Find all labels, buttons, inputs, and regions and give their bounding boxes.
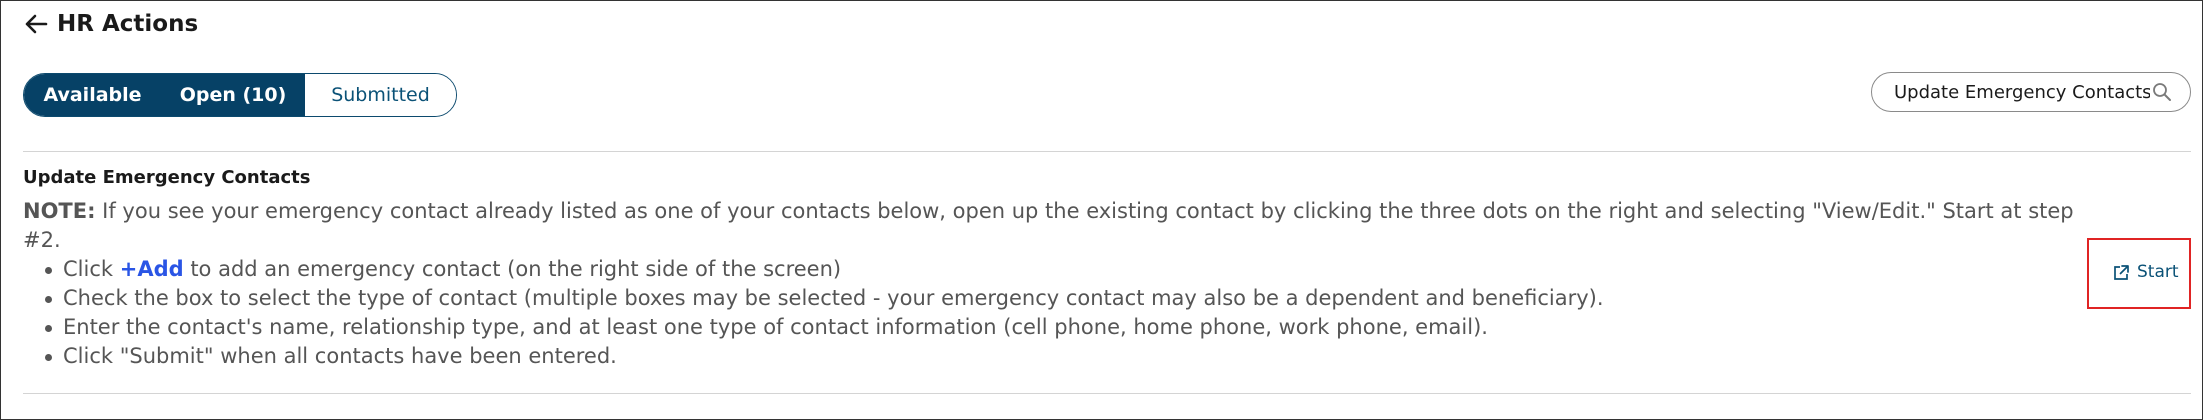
action-title: Update Emergency Contacts (23, 167, 311, 188)
action-instructions: NOTE: If you see your emergency contact … (23, 197, 2083, 371)
start-label: Start (2137, 262, 2179, 282)
search-input[interactable] (1894, 81, 2150, 103)
note-paragraph: NOTE: If you see your emergency contact … (23, 197, 2083, 255)
note-text: If you see your emergency contact alread… (23, 199, 2074, 252)
list-item: Check the box to select the type of cont… (23, 284, 2083, 313)
start-button[interactable]: Start (2113, 262, 2179, 282)
tab-open[interactable]: Open (10) (161, 74, 305, 116)
status-tabs: Available Open (10) Submitted (23, 73, 457, 117)
search-box (1871, 72, 2191, 112)
add-link: +Add (119, 257, 184, 281)
tab-available[interactable]: Available (24, 74, 161, 116)
divider (23, 393, 2191, 394)
step-text: to add an emergency contact (on the righ… (183, 257, 842, 281)
step-text: Click (63, 257, 120, 281)
steps-list: Click +Add to add an emergency contact (… (23, 255, 2083, 371)
list-item: Enter the contact's name, relationship t… (23, 313, 2083, 342)
page-title: HR Actions (57, 11, 199, 37)
list-item: Click "Submit" when all contacts have be… (23, 342, 2083, 371)
external-link-icon (2113, 263, 2131, 281)
note-label: NOTE: (23, 199, 96, 223)
page-header: HR Actions (21, 9, 198, 39)
tab-submitted[interactable]: Submitted (305, 74, 456, 116)
list-item: Click +Add to add an emergency contact (… (23, 255, 2083, 284)
arrow-left-icon[interactable] (21, 9, 51, 39)
search-icon[interactable] (2150, 80, 2174, 104)
divider (23, 151, 2191, 152)
